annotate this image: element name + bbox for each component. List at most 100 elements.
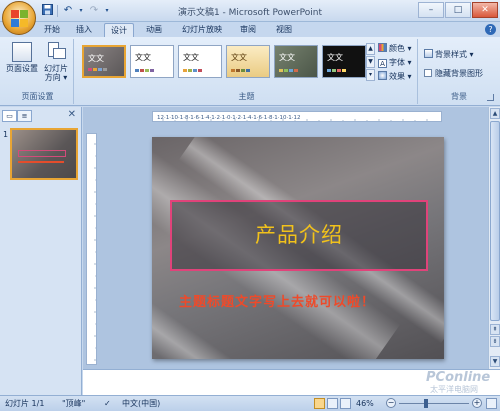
undo-dropdown-icon[interactable]: ▾ xyxy=(78,4,84,18)
slide-title-text: 产品介绍 xyxy=(255,223,343,247)
save-icon[interactable] xyxy=(40,4,54,18)
background-dialog-launcher-icon[interactable] xyxy=(487,94,494,101)
tab-view[interactable]: 视图 xyxy=(270,23,298,37)
zoom-slider-thumb[interactable] xyxy=(424,399,428,408)
background-styles-button[interactable]: 背景样式 ▾ xyxy=(424,49,474,61)
zoom-in-icon[interactable]: + xyxy=(472,398,482,408)
slide-sorter-view-icon[interactable] xyxy=(327,398,338,409)
office-logo-icon xyxy=(11,10,28,27)
theme-swatch-2 xyxy=(135,69,154,72)
tab-review[interactable]: 审阅 xyxy=(234,23,262,37)
tab-animations[interactable]: 动画 xyxy=(140,23,168,37)
notes-pane[interactable]: PConline 太平洋电脑网 xyxy=(83,369,500,395)
theme-label-3: 文文 xyxy=(183,53,199,62)
undo-icon[interactable]: ↶ xyxy=(61,4,75,18)
zoom-level[interactable]: 46% xyxy=(356,396,374,411)
slideshow-view-icon[interactable] xyxy=(340,398,351,409)
slide-canvas[interactable]: 产品介绍 xyxy=(152,137,444,359)
pconline-watermark: PConline 太平洋电脑网 xyxy=(422,370,492,394)
scroll-down-icon[interactable]: ▼ xyxy=(490,356,500,367)
page-setup-button[interactable]: 页面设置 xyxy=(5,42,39,73)
theme-colors-icon xyxy=(378,43,387,52)
scrollbar-thumb[interactable] xyxy=(490,121,500,321)
qat-customize-icon[interactable]: ▾ xyxy=(104,4,110,18)
theme-label-6: 文文 xyxy=(327,53,343,62)
theme-colors-button[interactable]: 颜色 ▾ xyxy=(378,43,412,55)
horizontal-ruler-labels: 12·1·10·1·8·1·6·1·4·1·2·1·0·1·2·1·4·1·6·… xyxy=(157,115,300,121)
zoom-slider[interactable] xyxy=(399,403,469,404)
status-bar: 幻灯片 1/1 "顶峰" ✓ 中文(中国) 46% − + xyxy=(0,395,500,411)
next-slide-icon[interactable]: ⇟ xyxy=(490,336,500,347)
slide-number: 1 xyxy=(3,130,9,139)
quick-access-toolbar: ↶ ▾ ↷ ▾ xyxy=(40,4,110,18)
theme-label-2: 文文 xyxy=(135,53,151,62)
group-label-page-setup: 页面设置 xyxy=(21,92,54,101)
window-controls: – □ ✕ xyxy=(418,2,498,18)
spellcheck-icon[interactable]: ✓ xyxy=(104,396,111,411)
tab-slideshow[interactable]: 幻灯片放映 xyxy=(175,23,229,37)
scroll-up-icon[interactable]: ▲ xyxy=(490,108,500,119)
ribbon-design: 页面设置 幻灯片 方向 ▾ 页面设置 主题 文文 文文 文文 文文 文文 文文 … xyxy=(0,37,500,106)
tab-insert[interactable]: 插入 xyxy=(70,23,98,37)
theme-label-5: 文文 xyxy=(279,53,295,62)
vertical-ruler xyxy=(86,133,97,365)
redo-icon[interactable]: ↷ xyxy=(87,4,101,18)
slide-title-box[interactable]: 产品介绍 xyxy=(170,200,428,271)
tab-design[interactable]: 设计 xyxy=(104,23,134,37)
close-button[interactable]: ✕ xyxy=(472,2,498,18)
minimize-button[interactable]: – xyxy=(418,2,444,18)
zoom-out-icon[interactable]: − xyxy=(386,398,396,408)
slide-orientation-label-1: 幻灯片 xyxy=(44,64,68,73)
ribbon-tabs: 开始 插入 设计 动画 幻灯片放映 审阅 视图 ? xyxy=(0,22,500,37)
theme-thumbnail-5[interactable]: 文文 xyxy=(274,45,318,78)
theme-fonts-icon: A xyxy=(378,59,387,68)
theme-label-4: 文文 xyxy=(231,53,247,62)
panel-close-icon[interactable]: ✕ xyxy=(68,109,76,120)
theme-thumbnail-2[interactable]: 文文 xyxy=(130,45,174,78)
watermark-main: PConline xyxy=(426,370,491,385)
gallery-scroll-down-icon[interactable]: ▼ xyxy=(366,56,375,68)
background-styles-icon xyxy=(424,49,433,58)
gallery-more-icon[interactable]: ▾ xyxy=(366,69,375,81)
theme-swatch-3 xyxy=(183,69,202,72)
office-button[interactable] xyxy=(2,1,36,35)
vertical-scrollbar[interactable]: ▲ ⇞ ⇟ ▼ xyxy=(488,107,500,369)
fit-to-window-icon[interactable] xyxy=(486,398,497,409)
theme-colors-label: 颜色 ▾ xyxy=(389,44,412,53)
maximize-button[interactable]: □ xyxy=(445,2,471,18)
group-label-themes: 主题 xyxy=(238,92,255,101)
theme-thumbnail-1[interactable]: 文文 xyxy=(82,45,126,78)
powerpoint-window: ↶ ▾ ↷ ▾ 演示文稿1 - Microsoft PowerPoint – □… xyxy=(0,0,500,411)
hide-background-graphics-label: 隐藏背景图形 xyxy=(435,69,483,78)
slides-tab-icon[interactable]: ▭ xyxy=(2,110,17,122)
language-indicator[interactable]: 中文(中国) xyxy=(122,396,160,411)
theme-gallery: 文文 文文 文文 文文 文文 文文 xyxy=(78,45,366,79)
theme-effects-button[interactable]: 效果 ▾ xyxy=(378,71,412,83)
prev-slide-icon[interactable]: ⇞ xyxy=(490,324,500,335)
theme-swatch-6 xyxy=(327,69,346,72)
help-icon[interactable]: ? xyxy=(485,24,496,35)
thumbnail-title-box xyxy=(18,150,66,157)
vertical-ruler-ticks xyxy=(94,143,96,361)
outline-tab-icon[interactable]: ≡ xyxy=(17,110,32,122)
slides-panel: ▭ ≡ ✕ 1 xyxy=(0,107,82,395)
qat-separator xyxy=(57,5,58,17)
annotation-text: 主题标题文字写上去就可以啦！ xyxy=(179,295,376,310)
theme-fonts-label: 字体 ▾ xyxy=(389,58,412,67)
theme-thumbnail-3[interactable]: 文文 xyxy=(178,45,222,78)
normal-view-icon[interactable] xyxy=(314,398,325,409)
theme-name: "顶峰" xyxy=(62,399,86,408)
slide-thumbnail-1[interactable] xyxy=(10,128,78,180)
theme-swatch-5 xyxy=(279,69,298,72)
tab-home[interactable]: 开始 xyxy=(38,23,66,37)
theme-fonts-button[interactable]: A 字体 ▾ xyxy=(378,57,412,69)
theme-label-1: 文文 xyxy=(88,54,104,63)
horizontal-ruler: 12·1·10·1·8·1·6·1·4·1·2·1·0·1·2·1·4·1·6·… xyxy=(152,111,442,122)
theme-thumbnail-4[interactable]: 文文 xyxy=(226,45,270,78)
hide-background-graphics-checkbox[interactable]: 隐藏背景图形 xyxy=(424,68,483,80)
gallery-scroll-up-icon[interactable]: ▲ xyxy=(366,43,375,55)
window-title: 演示文稿1 - Microsoft PowerPoint xyxy=(177,8,323,18)
theme-thumbnail-6[interactable]: 文文 xyxy=(322,45,366,78)
slide-orientation-button[interactable]: 幻灯片 方向 ▾ xyxy=(39,42,73,82)
page-setup-label: 页面设置 xyxy=(6,64,38,73)
